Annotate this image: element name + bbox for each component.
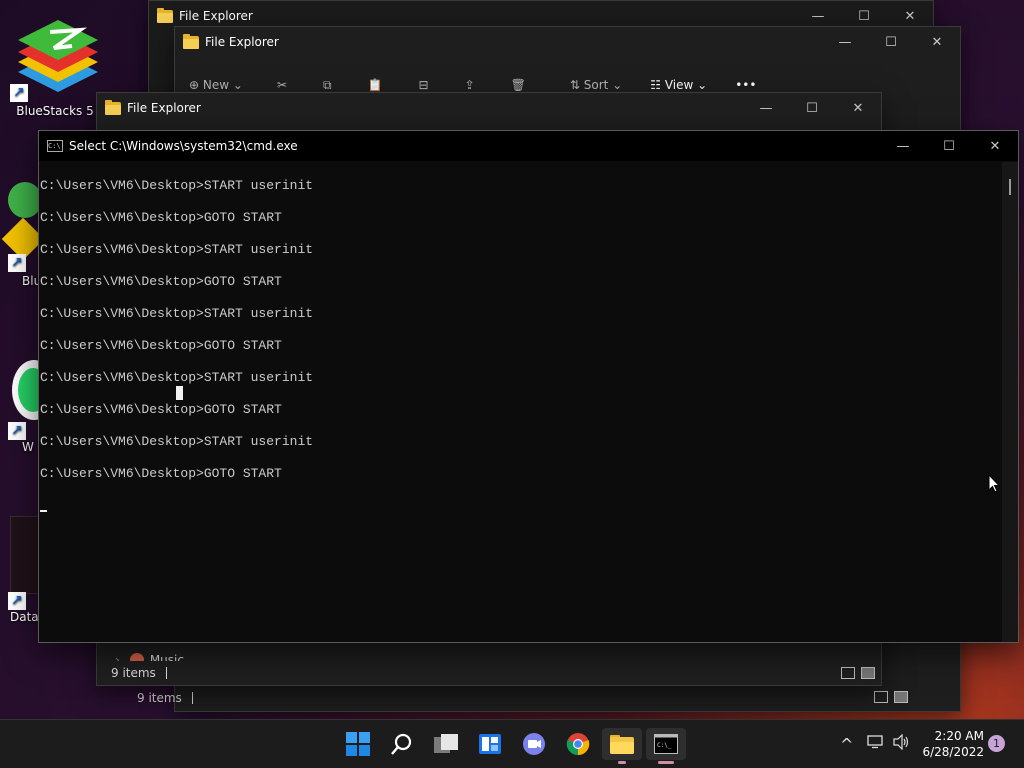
running-indicator (618, 761, 626, 764)
minimize-button[interactable]: — (743, 93, 789, 123)
status-bar: 9 items (97, 661, 881, 685)
vertical-scrollbar[interactable] (1002, 162, 1018, 642)
share-icon[interactable]: ⇪ (465, 78, 475, 92)
svg-text:C:\_: C:\_ (657, 742, 672, 749)
start-icon (346, 732, 370, 756)
sort-label: Sort (583, 78, 609, 92)
view-label: View (664, 78, 694, 92)
chrome-button[interactable] (558, 728, 598, 760)
window-title: Select C:\Windows\system32\cmd.exe (69, 139, 298, 153)
volume-icon[interactable] (893, 733, 911, 754)
clock[interactable]: 2:20 AM 6/28/2022 (922, 728, 984, 760)
mouse-pointer-icon (988, 473, 1001, 497)
chrome-icon (566, 733, 590, 756)
file-explorer-icon (610, 735, 634, 754)
task-view-icon (434, 734, 458, 753)
system-tray: ^ (840, 720, 911, 768)
details-view-icon[interactable] (874, 691, 888, 703)
minimize-button[interactable]: — (822, 27, 868, 57)
view-button[interactable]: ☷ View ⌄ (650, 78, 707, 92)
console-line: C:\Users\VM6\Desktop>GOTO START (40, 338, 282, 353)
new-button[interactable]: ⊕ New ⌄ (189, 78, 243, 92)
status-separator (165, 667, 167, 679)
console-line: C:\Users\VM6\Desktop>START userinit (40, 178, 314, 193)
task-view-button[interactable] (426, 728, 466, 760)
minimize-button[interactable]: — (880, 131, 926, 161)
scrollbar-thumb[interactable] (1009, 179, 1011, 195)
close-button[interactable]: ✕ (972, 131, 1018, 161)
widgets-button[interactable] (470, 728, 510, 760)
teams-chat-icon (523, 733, 545, 755)
shortcut-arrow-icon: ↗ (8, 254, 26, 272)
bluestacks-icon: ↗ (10, 10, 106, 102)
cmd-window[interactable]: C:\ Select C:\Windows\system32\cmd.exe —… (38, 130, 1019, 643)
title-bar[interactable]: File Explorer — ☐ ✕ (175, 27, 960, 57)
new-label: New (202, 78, 230, 92)
view-toggle (841, 667, 875, 679)
console-line: C:\Users\VM6\Desktop>START userinit (40, 242, 314, 257)
network-icon[interactable] (867, 735, 884, 753)
widgets-icon (479, 734, 501, 754)
large-icons-view-icon[interactable] (894, 691, 908, 703)
view-toggle (874, 691, 908, 703)
window-title: File Explorer (127, 101, 201, 115)
clock-time: 2:20 AM (934, 729, 984, 743)
close-button[interactable]: ✕ (835, 93, 881, 123)
title-bar[interactable]: C:\ Select C:\Windows\system32\cmd.exe —… (39, 131, 1018, 161)
console-line: C:\Users\VM6\Desktop>START userinit (40, 306, 314, 321)
item-count: 9 items (137, 691, 182, 705)
cmd-window-icon: C:\ (47, 140, 63, 152)
running-indicator (658, 761, 674, 764)
maximize-button[interactable]: ☐ (926, 131, 972, 161)
console-line: C:\Users\VM6\Desktop>GOTO START (40, 402, 282, 417)
cut-icon[interactable]: ✂ (277, 78, 287, 92)
cmd-icon: C:\_ (654, 734, 678, 754)
console-line: C:\Users\VM6\Desktop>GOTO START (40, 466, 282, 481)
window-title: File Explorer (179, 9, 253, 23)
teams-chat-button[interactable] (514, 728, 554, 760)
file-explorer-button[interactable] (602, 728, 642, 764)
search-button[interactable] (382, 728, 422, 760)
folder-icon (183, 33, 199, 49)
console-output[interactable]: C:\Users\VM6\Desktop>START userinit C:\U… (39, 162, 1002, 642)
desktop-icon-label: BlueStacks 5 (16, 104, 94, 118)
window-title: File Explorer (205, 35, 279, 49)
show-hidden-icons-chevron-icon[interactable]: ^ (840, 735, 853, 754)
rename-icon[interactable]: ⊟ (419, 78, 429, 92)
taskbar: C:\_ ^ 2:20 AM 6/28/2022 1 (0, 719, 1024, 768)
selection-block (176, 386, 183, 400)
folder-icon (105, 99, 121, 115)
maximize-button[interactable]: ☐ (789, 93, 835, 123)
status-bar: 9 items (137, 685, 960, 711)
console-line: C:\Users\VM6\Desktop>START userinit (40, 434, 314, 449)
notification-badge[interactable]: 1 (988, 735, 1005, 752)
text-cursor (40, 510, 47, 512)
clock-date: 6/28/2022 (922, 745, 984, 759)
desktop-icon-bluestacks[interactable]: ↗ BlueStacks 5 (10, 10, 100, 118)
shortcut-arrow-icon: ↗ (10, 84, 28, 102)
shortcut-arrow-icon: ↗ (8, 592, 26, 610)
item-count: 9 items (111, 666, 156, 680)
folder-icon (157, 7, 173, 23)
copy-icon[interactable]: ⧉ (323, 78, 332, 93)
start-button[interactable] (338, 728, 378, 760)
search-icon (391, 733, 412, 755)
large-icons-view-icon[interactable] (861, 667, 875, 679)
console-line: C:\Users\VM6\Desktop>GOTO START (40, 274, 282, 289)
console-line: C:\Users\VM6\Desktop>GOTO START (40, 210, 282, 225)
details-view-icon[interactable] (841, 667, 855, 679)
shortcut-arrow-icon: ↗ (8, 422, 26, 440)
paste-icon[interactable]: 📋 (368, 78, 383, 92)
delete-icon[interactable]: 🗑 (511, 78, 526, 92)
cmd-button[interactable]: C:\_ (646, 728, 686, 764)
more-options-button[interactable]: ••• (735, 78, 756, 92)
console-line: C:\Users\VM6\Desktop>START userinit (40, 370, 314, 385)
maximize-button[interactable]: ☐ (868, 27, 914, 57)
close-button[interactable]: ✕ (914, 27, 960, 57)
status-separator (191, 692, 193, 704)
sort-button[interactable]: ⇅ Sort ⌄ (570, 78, 622, 92)
title-bar[interactable]: File Explorer — ☐ ✕ (97, 93, 881, 123)
